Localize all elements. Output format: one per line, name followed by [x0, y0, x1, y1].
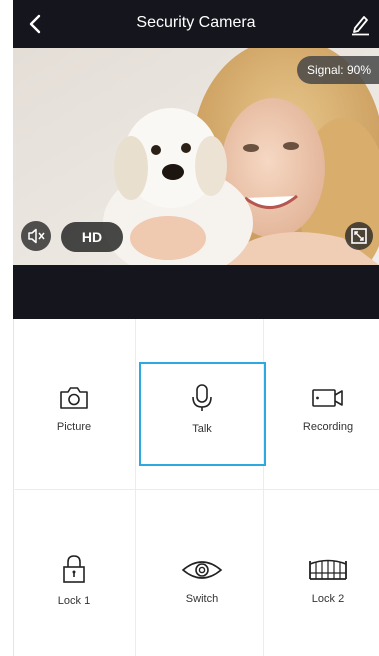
switch-label: Switch [185, 593, 219, 605]
lock-1-button[interactable]: Lock 1 [13, 553, 135, 607]
signal-strength-badge: Signal: 90% [296, 56, 379, 84]
speaker-muted-icon[interactable] [21, 221, 51, 251]
picture-button[interactable]: Picture [13, 385, 135, 433]
eye-icon [181, 561, 223, 579]
page-title: Security Camera [136, 14, 256, 31]
talk-button[interactable]: Talk [141, 383, 263, 435]
camera-video-feed[interactable]: Signal: 90% HD [13, 48, 379, 265]
talk-label: Talk [192, 423, 212, 435]
recording-button[interactable]: Recording [267, 385, 379, 433]
fullscreen-icon[interactable] [345, 222, 373, 250]
lock-2-button[interactable]: Lock 2 [267, 555, 379, 605]
microphone-icon [192, 384, 212, 411]
lock-1-label: Lock 1 [57, 595, 91, 607]
grid-divider [135, 319, 136, 656]
lock-icon [63, 555, 85, 583]
recording-label: Recording [302, 421, 354, 433]
picture-label: Picture [56, 421, 92, 433]
app-header: Security Camera [13, 0, 379, 48]
hd-quality-button[interactable]: HD [61, 222, 123, 252]
controls-grid: Picture Talk Recording Lock 1 Switch Loc… [13, 319, 379, 656]
grid-divider [13, 489, 379, 490]
lock-2-label: Lock 2 [311, 593, 345, 605]
switch-button[interactable]: Switch [141, 557, 263, 605]
video-bottom-bar [13, 265, 379, 319]
gate-icon [309, 559, 347, 580]
video-camera-icon [312, 389, 343, 407]
pencil-icon[interactable] [349, 12, 371, 36]
camera-icon [60, 387, 88, 409]
